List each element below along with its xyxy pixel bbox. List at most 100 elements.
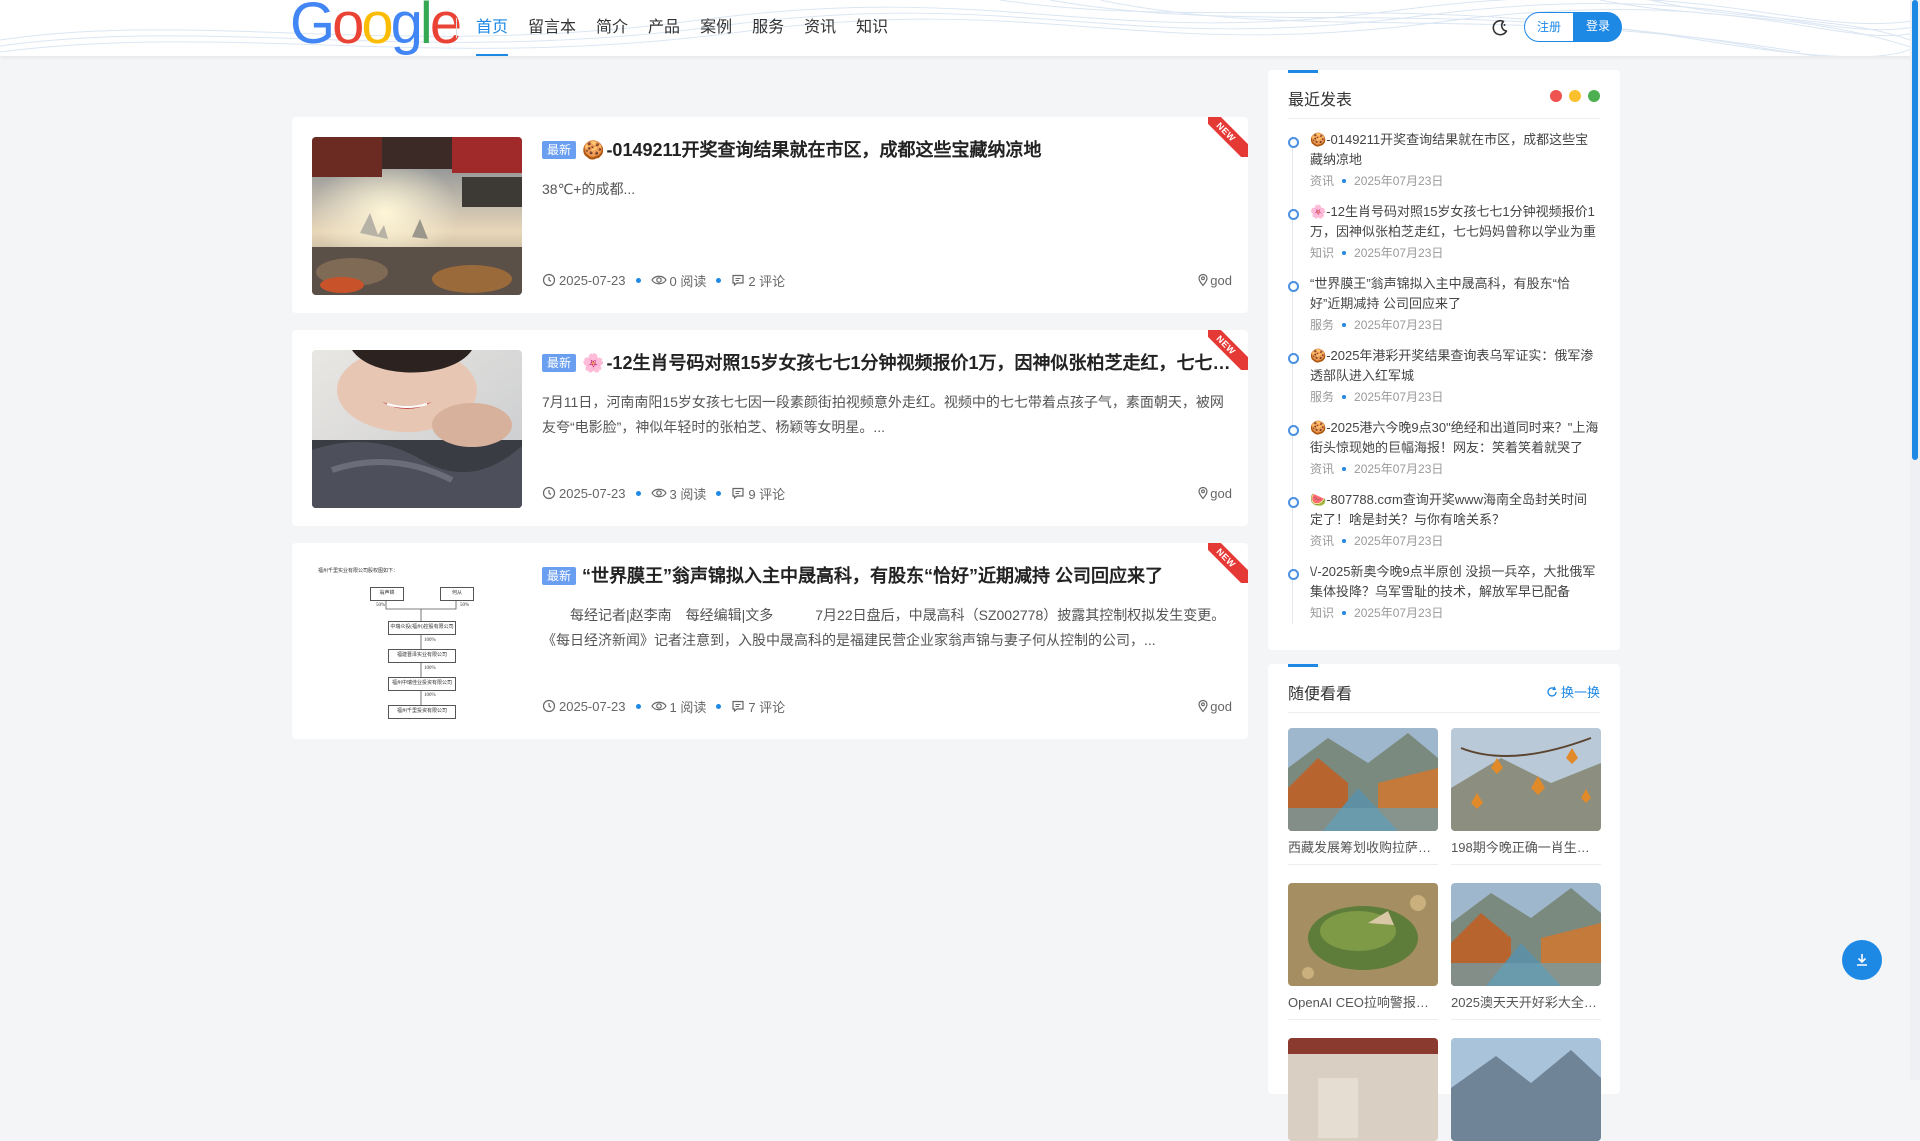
recent-item-title[interactable]: 🍪-2025年港彩开奖结果查询表乌军证实：俄军渗透部队进入红军城 <box>1310 346 1600 386</box>
post-card[interactable]: 最新 🍪 -0149211开奖查询结果就在市区，成都这些宝藏纳凉地 38℃+的成都.… <box>292 117 1248 313</box>
post-title-link[interactable]: 最新 🍪 -0149211开奖查询结果就在市区，成都这些宝藏纳凉地 <box>542 137 1232 163</box>
widget-divider <box>1288 712 1600 713</box>
recent-item-category[interactable]: 资讯 <box>1310 172 1334 189</box>
main-nav: 首页 留言本 简介 产品 案例 服务 资讯 知识 <box>476 0 908 56</box>
nav-item-news[interactable]: 资讯 <box>804 0 836 56</box>
login-button[interactable]: 登录 <box>1574 12 1622 42</box>
meta-separator <box>1342 394 1347 399</box>
post-card[interactable]: 福州千里实业有限公司股权图如下： 翁声锦 何从 50% 50% 中瑞众投(福州)… <box>292 543 1248 739</box>
post-date: 2025-07-23 <box>542 699 626 714</box>
chart-box: 福建晋泽实业有限公司 <box>388 649 456 663</box>
nav-item-knowledge[interactable]: 知识 <box>856 0 888 56</box>
post-thumbnail[interactable] <box>312 350 522 508</box>
recent-item-category[interactable]: 服务 <box>1310 316 1334 333</box>
post-date-text: 2025-07-23 <box>559 272 626 288</box>
random-card-image[interactable] <box>1288 1038 1438 1141</box>
recent-item-text: -12生肖号码对照15岁女孩七七1分钟视频报价1万，因神似张柏芝走红，七七妈妈曾… <box>1310 204 1597 239</box>
chart-pct: 100% <box>424 666 436 671</box>
widget-title: 最近发表 <box>1288 92 1353 109</box>
recent-item-title[interactable]: \/-2025新奥今晚9点半原创 没损一兵卒，大批俄军集体投降？乌军雪耻的技术，… <box>1310 562 1600 602</box>
register-button[interactable]: 注册 <box>1524 12 1574 42</box>
recent-item[interactable]: 🍪-0149211开奖查询结果就在市区，成都这些宝藏纳凉地 资讯 2025年07月… <box>1288 130 1600 202</box>
scrollbar-thumb[interactable] <box>1912 0 1918 460</box>
recent-item-category[interactable]: 知识 <box>1310 244 1334 261</box>
recent-item-date: 2025年07月23日 <box>1354 606 1444 620</box>
recent-item-title[interactable]: “世界膜王”翁声锦拟入主中晟高科，有股东“恰好”近期减持 公司回应来了 <box>1310 274 1600 314</box>
post-author[interactable]: god <box>1196 273 1232 288</box>
recent-item-category[interactable]: 资讯 <box>1310 532 1334 549</box>
random-card-caption[interactable]: OpenAI CEO拉响警报… <box>1288 992 1438 1011</box>
recent-item[interactable]: 🍉-807788.cσm查询开奖www海南全岛封关时间定了！啥是封关？与你有啥关… <box>1288 490 1600 562</box>
recent-item-category[interactable]: 资讯 <box>1310 460 1334 477</box>
site-logo[interactable]: Google <box>290 0 462 56</box>
comment-icon <box>732 487 744 500</box>
post-excerpt: 每经记者|赵李南 每经编辑|文多 7月22日盘后，中晟高科（SZ002778）披… <box>542 607 1226 648</box>
nav-item-products[interactable]: 产品 <box>648 0 680 56</box>
post-title-text: “世界膜王”翁声锦拟入主中晟高科，有股东“恰好”近期减持 公司回应来了 <box>582 566 1164 586</box>
recent-item-title[interactable]: 🍪-0149211开奖查询结果就在市区，成都这些宝藏纳凉地 <box>1310 130 1600 170</box>
random-card[interactable]: 2025澳天天开好彩大全… <box>1451 883 1601 1020</box>
random-card[interactable]: 198期今晚正确一肖生… <box>1451 728 1601 865</box>
card-divider <box>1288 1019 1438 1020</box>
recent-item[interactable]: \/-2025新奥今晚9点半原创 没损一兵卒，大批俄军集体投降？乌军雪耻的技术，… <box>1288 562 1600 634</box>
recent-item-title[interactable]: 🍪-2025港六今晚9点30"绝经和出道同时来？"上海街头惊现她的巨幅海报！网友… <box>1310 418 1600 458</box>
logo-letter: o <box>361 0 393 56</box>
post-comments[interactable]: 7 评论 <box>731 697 785 716</box>
recent-item-text: -0149211开奖查询结果就在市区，成都这些宝藏纳凉地 <box>1310 132 1589 167</box>
post-title-link[interactable]: 最新 “世界膜王”翁声锦拟入主中晟高科，有股东“恰好”近期减持 公司回应来了 <box>542 563 1232 589</box>
post-thumbnail[interactable] <box>312 137 522 295</box>
random-card-caption[interactable]: 2025澳天天开好彩大全… <box>1451 992 1601 1011</box>
post-author-name: god <box>1210 698 1232 714</box>
download-button[interactable] <box>1842 940 1882 980</box>
recent-item[interactable]: 🍪-2025年港彩开奖结果查询表乌军证实：俄军渗透部队进入红军城 服务 2025年… <box>1288 346 1600 418</box>
recent-item-category[interactable]: 服务 <box>1310 388 1334 405</box>
post-comments[interactable]: 2 评论 <box>731 271 785 290</box>
random-card-image[interactable] <box>1288 728 1438 831</box>
post-date: 2025-07-23 <box>542 486 626 501</box>
post-thumbnail[interactable]: 福州千里实业有限公司股权图如下： 翁声锦 何从 50% 50% 中瑞众投(福州)… <box>312 563 522 721</box>
mountain-lake-image <box>1451 1038 1601 1141</box>
random-card-image[interactable] <box>1288 883 1438 986</box>
random-card-image[interactable] <box>1451 883 1601 986</box>
post-author[interactable]: god <box>1196 486 1232 501</box>
nav-item-home[interactable]: 首页 <box>476 0 509 56</box>
recent-item-title[interactable]: 🍉-807788.cσm查询开奖www海南全岛封关时间定了！啥是封关？与你有啥关… <box>1310 490 1600 530</box>
recent-item-category[interactable]: 知识 <box>1310 604 1334 621</box>
recent-item[interactable]: 🍪-2025港六今晚9点30"绝经和出道同时来？"上海街头惊现她的巨幅海报！网友… <box>1288 418 1600 490</box>
page-scrollbar[interactable] <box>1910 0 1920 1080</box>
nav-item-guestbook[interactable]: 留言本 <box>528 0 576 56</box>
autumn-valley-image <box>1288 728 1438 831</box>
post-title-link[interactable]: 最新 🌸 -12生肖号码对照15岁女孩七七1分钟视频报价1万，因神似张柏芝走红，七七… <box>542 350 1232 376</box>
random-card-caption[interactable]: 198期今晚正确一肖生… <box>1451 837 1601 856</box>
cookie-icon: 🍪 <box>1310 420 1327 435</box>
recent-item[interactable]: “世界膜王”翁声锦拟入主中晟高科，有股东“恰好”近期减持 公司回应来了 服务 20… <box>1288 274 1600 346</box>
meta-separator <box>716 277 722 283</box>
post-author[interactable]: god <box>1196 699 1232 714</box>
autumn-valley-image <box>1451 883 1601 986</box>
random-card-image[interactable] <box>1451 728 1601 831</box>
recent-item-title[interactable]: 🌸-12生肖号码对照15岁女孩七七1分钟视频报价1万，因神似张柏芝走红，七七妈妈… <box>1310 202 1600 242</box>
random-card[interactable]: 西藏发展筹划收购拉萨… <box>1288 728 1438 865</box>
nav-item-services[interactable]: 服务 <box>752 0 784 56</box>
nav-item-about[interactable]: 简介 <box>596 0 628 56</box>
dark-mode-toggle-icon[interactable] <box>1490 18 1510 38</box>
random-card[interactable] <box>1451 1038 1601 1141</box>
chart-pct: 100% <box>424 693 436 698</box>
random-card-caption[interactable]: 西藏发展筹划收购拉萨… <box>1288 837 1438 856</box>
random-card[interactable]: OpenAI CEO拉响警报… <box>1288 883 1438 1020</box>
recent-item-meta: 资讯 2025年07月23日 <box>1310 532 1600 549</box>
new-ribbon: NEW <box>1208 117 1248 157</box>
logo-letter: G <box>290 0 335 56</box>
timeline-dot <box>1288 137 1299 148</box>
refresh-button[interactable]: 换一换 <box>1546 682 1600 701</box>
recent-item[interactable]: 🌸-12生肖号码对照15岁女孩七七1分钟视频报价1万，因神似张柏芝走红，七七妈妈… <box>1288 202 1600 274</box>
post-card[interactable]: 最新 🌸 -12生肖号码对照15岁女孩七七1分钟视频报价1万，因神似张柏芝走红，七七… <box>292 330 1248 526</box>
meta-separator <box>716 703 722 709</box>
new-badge: 最新 <box>542 354 577 372</box>
random-card[interactable] <box>1288 1038 1438 1141</box>
refresh-icon <box>1547 686 1557 697</box>
nav-item-cases[interactable]: 案例 <box>700 0 732 56</box>
post-comments[interactable]: 9 评论 <box>731 484 785 503</box>
eye-icon <box>650 275 667 285</box>
random-card-image[interactable] <box>1451 1038 1601 1141</box>
